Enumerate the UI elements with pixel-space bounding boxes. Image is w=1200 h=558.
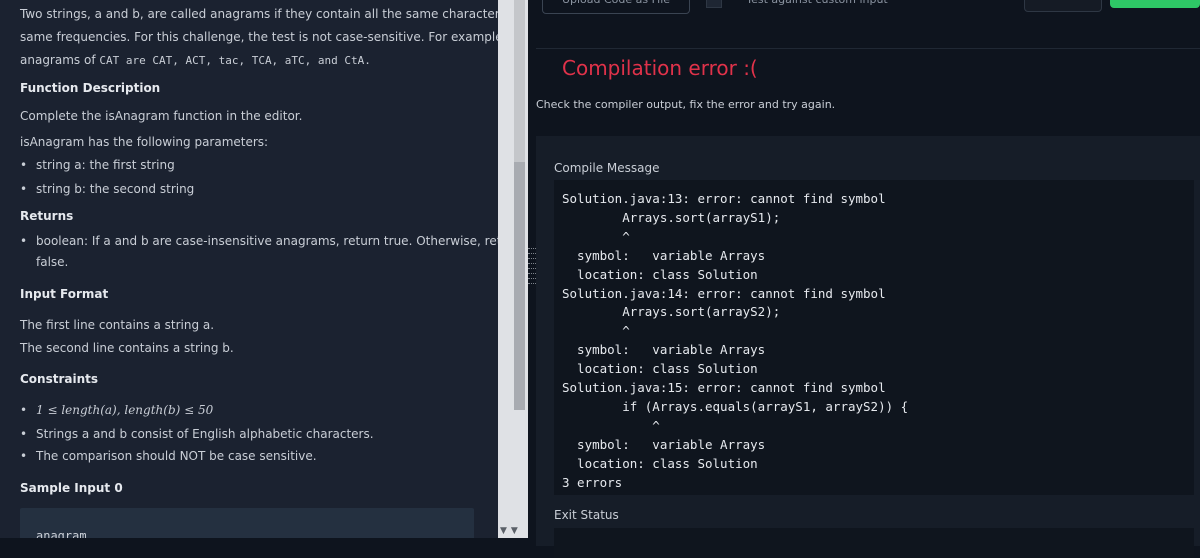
- sample-input-box: anagram: [20, 508, 474, 538]
- returns-heading: Returns: [20, 209, 74, 223]
- upload-code-button[interactable]: Upload Code as File: [542, 0, 690, 14]
- input-format-line-2: The second line contains a string b.: [20, 341, 234, 355]
- intro-line-2: same frequencies. For this challenge, th…: [20, 30, 498, 44]
- custom-input-checkbox[interactable]: [706, 0, 722, 8]
- param-2: string b: the second string: [20, 182, 194, 196]
- function-description-text: Complete the isAnagram function in the e…: [20, 109, 303, 123]
- compilation-error-title: Compilation error :(: [562, 56, 758, 80]
- function-description-heading: Function Description: [20, 81, 161, 95]
- test-custom-input-label[interactable]: Test against custom input: [726, 0, 908, 14]
- input-format-heading: Input Format: [20, 287, 109, 301]
- submit-code-button[interactable]: [1110, 0, 1200, 8]
- compile-message-label: Compile Message: [554, 161, 660, 175]
- parameters-text: isAnagram has the following parameters:: [20, 135, 269, 149]
- compile-message-text: Solution.java:13: error: cannot find sym…: [562, 191, 909, 490]
- scroll-arrows-icon[interactable]: ▼▼: [500, 526, 522, 536]
- compilation-error-subtitle: Check the compiler output, fix the error…: [536, 98, 836, 111]
- intro-line-3-text: anagrams of: [20, 53, 96, 67]
- sample-input-heading: Sample Input 0: [20, 481, 123, 495]
- intro-line-1: Two strings, a and b, are called anagram…: [20, 7, 498, 21]
- input-format-line-1: The first line contains a string a.: [20, 318, 215, 332]
- run-code-button[interactable]: [1024, 0, 1102, 12]
- split-pane-resize-handle[interactable]: [528, 248, 536, 284]
- exit-status-box: [554, 528, 1194, 558]
- compile-message-box: Solution.java:13: error: cannot find sym…: [554, 180, 1194, 495]
- exit-status-label: Exit Status: [554, 508, 619, 522]
- returns-line-2: false.: [36, 255, 69, 269]
- param-1: string a: the first string: [20, 158, 175, 172]
- result-panel: Upload Code as File Test against custom …: [536, 0, 1200, 558]
- constraints-heading: Constraints: [20, 372, 99, 386]
- intro-line-3-examples: CAT are CAT, ACT, tac, TCA, aTC, and CtA…: [99, 54, 371, 67]
- editor-toolbar: Upload Code as File Test against custom …: [536, 0, 1200, 16]
- divider: [536, 48, 1200, 49]
- sample-input-value: anagram: [36, 529, 87, 538]
- compile-output-panel: Compile Message Solution.java:13: error:…: [536, 136, 1200, 558]
- problem-scrollbar-thumb-highlight: [514, 0, 525, 162]
- problem-panel: Two strings, a and b, are called anagram…: [0, 0, 498, 538]
- constraint-3: The comparison should NOT be case sensit…: [20, 449, 317, 463]
- constraint-2: Strings a and b consist of English alpha…: [20, 427, 374, 441]
- returns-line-1: boolean: If a and b are case-insensitive…: [20, 234, 498, 248]
- intro-line-3: anagrams of CAT are CAT, ACT, tac, TCA, …: [20, 53, 371, 67]
- constraint-1: 1 ≤ length(a), length(b) ≤ 50: [20, 403, 213, 417]
